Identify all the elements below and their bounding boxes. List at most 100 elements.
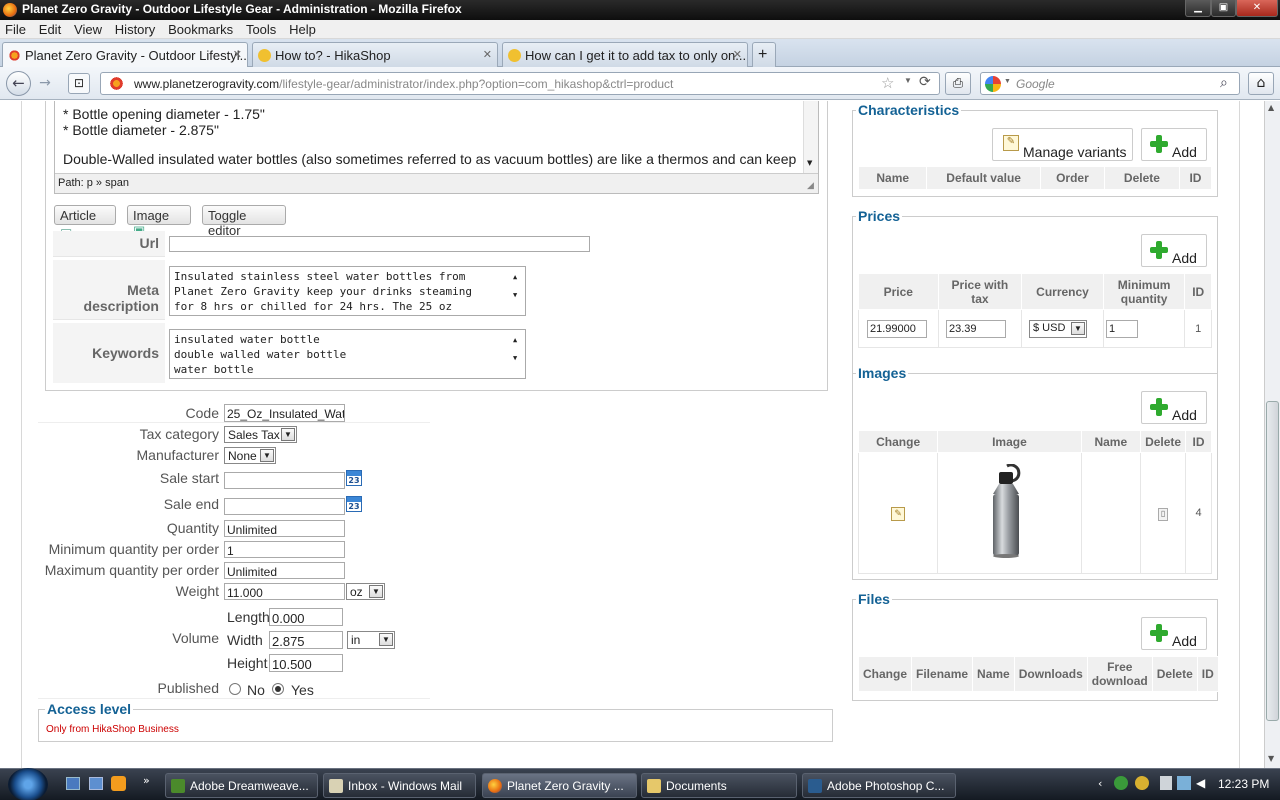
menu-tools[interactable]: Tools [241,20,280,37]
price-id: 1 [1184,309,1212,348]
tax-category-select[interactable]: Sales Tax ▼ [224,426,297,443]
clock[interactable]: 12:23 PM [1218,777,1269,791]
meta-description-textarea[interactable]: Insulated stainless steel water bottles … [169,266,526,316]
textarea-line: double walled water bottle [174,348,347,361]
reload-icon[interactable]: ⟳ [919,73,931,90]
price-with-tax-input[interactable]: 23.39 [946,320,1006,338]
taskbar-firefox[interactable]: Planet Zero Gravity ... [482,773,637,798]
taskbar-photoshop[interactable]: Adobe Photoshop C... [802,773,956,798]
taskbar-windows-mail[interactable]: Inbox - Windows Mail [323,773,476,798]
published-no-radio[interactable] [229,683,241,695]
close-tab-icon[interactable]: ✕ [733,48,742,61]
water-bottle-image[interactable] [989,463,1029,560]
add-file-button[interactable]: Add [1141,617,1207,650]
tab-planet-zero-gravity[interactable]: Planet Zero Gravity - Outdoor Lifestyl..… [2,42,248,68]
height-input[interactable]: 10.500 [269,654,343,672]
home-button[interactable]: ⌂ [1248,72,1274,95]
toggle-editor-button[interactable]: Toggle editor [202,205,286,238]
quicklaunch-more-icon[interactable]: » [143,774,150,787]
tray-app-icon[interactable] [1135,776,1149,790]
calendar-icon[interactable]: 23 [346,470,362,486]
menu-view[interactable]: View [69,20,106,37]
col-delete: Delete [1151,656,1198,692]
menu-file[interactable]: File [0,20,30,37]
dropdown-icon[interactable]: ▼ [904,76,912,85]
resize-handle-icon[interactable]: ◢ [807,181,814,191]
scroll-down-icon[interactable]: ▼ [513,351,517,366]
star-icon[interactable]: ☆ [881,74,894,92]
currency-select[interactable]: $ USD ▼ [1029,320,1087,338]
weight-unit-select[interactable]: oz ▼ [346,583,385,600]
switch-windows-icon[interactable] [89,777,103,790]
min-quantity-input[interactable]: 1 [224,541,345,558]
scroll-up-icon[interactable]: ▲ [1268,103,1274,112]
forward-button[interactable]: → [36,75,54,93]
google-icon [985,76,1001,92]
scroll-up-icon[interactable]: ▲ [513,270,517,285]
tab-hikashop[interactable]: How to? - HikaShop ✕ [252,42,498,67]
min-qty-input[interactable]: 1 [1106,320,1138,338]
back-button[interactable]: ← [6,71,31,96]
info-icon[interactable] [1114,776,1128,790]
url-input[interactable] [169,236,590,252]
search-icon[interactable]: ⌕ [1220,74,1228,91]
taskbar-documents[interactable]: Documents [641,773,797,798]
search-placeholder: Google [1016,77,1055,91]
menu-edit[interactable]: Edit [34,20,65,37]
volume-unit-select[interactable]: in ▼ [347,631,395,649]
page-scrollbar[interactable]: ▲ ▼ [1264,101,1280,768]
taskbar-dreamweaver[interactable]: Adobe Dreamweave... [165,773,318,798]
menu-history[interactable]: History [110,20,159,37]
sale-end-input[interactable] [224,498,345,515]
add-characteristic-button[interactable]: Add [1141,128,1207,161]
width-input[interactable]: 2.875 [269,631,343,649]
manufacturer-select[interactable]: None ▼ [224,447,276,464]
dropdown-icon[interactable]: ▼ [1004,78,1011,85]
search-bar[interactable]: ▼ Google ⌕ [980,72,1240,95]
network-icon[interactable] [1177,776,1191,790]
add-image-button[interactable]: Add [1141,391,1207,424]
minimize-button[interactable]: ▁ [1185,0,1211,17]
scroll-thumb[interactable] [1266,401,1279,721]
close-tab-icon[interactable]: ✕ [233,48,242,61]
length-input[interactable]: 0.000 [269,608,343,626]
scroll-down-icon[interactable]: ▼ [807,159,812,167]
manage-variants-button[interactable]: ✎ Manage variants [992,128,1133,161]
max-quantity-input[interactable]: Unlimited [224,562,345,579]
volume-icon[interactable]: ◀ [1196,776,1208,790]
code-input[interactable]: 25_Oz_Insulated_Water_ [224,404,345,422]
scroll-down-icon[interactable]: ▼ [1268,754,1274,763]
scroll-up-icon[interactable]: ▲ [513,333,517,348]
delete-icon[interactable]: ▯ [1158,508,1169,522]
article-button[interactable]: Article ▭ [54,205,116,238]
keywords-textarea[interactable]: insulated water bottle double walled wat… [169,329,526,379]
tray-expand-icon[interactable]: ‹ [1098,777,1102,790]
url-bar[interactable]: www.planetzerogravity.com/lifestyle-gear… [100,72,940,95]
add-price-button[interactable]: Add [1141,234,1207,267]
wysiwyg-editor[interactable]: * Bottle weight * Bottle opening diamete… [54,101,819,194]
menu-bookmarks[interactable]: Bookmarks [163,20,237,37]
menu-help[interactable]: Help [284,20,320,37]
col-name: Name [972,656,1015,692]
image-button[interactable]: Image ▣ [127,205,191,238]
calendar-icon[interactable]: 23 [346,496,362,512]
weight-input[interactable]: 11.000 [224,583,345,600]
close-tab-icon[interactable]: ✕ [483,48,492,61]
tab-hikashop-forum[interactable]: How can I get it to add tax to only on..… [502,42,748,67]
sale-start-input[interactable] [224,472,345,489]
maximize-button[interactable]: ▣ [1211,0,1236,17]
editor-scrollbar[interactable]: ▼ [803,101,818,173]
media-player-icon[interactable] [111,776,126,791]
start-button[interactable] [8,768,48,800]
safely-remove-icon[interactable] [1160,776,1172,790]
close-window-button[interactable]: ✕ [1236,0,1278,17]
scroll-down-icon[interactable]: ▼ [513,288,517,303]
edit-icon[interactable]: ✎ [891,507,906,522]
show-desktop-icon[interactable] [66,777,80,790]
print-button[interactable]: ⎙ [945,72,971,95]
new-tab-button[interactable]: + [752,42,776,67]
published-yes-radio[interactable] [272,683,284,695]
bookmark-star-button[interactable]: ⊡ [68,73,90,94]
price-input[interactable]: 21.99000 [867,320,927,338]
quantity-input[interactable]: Unlimited [224,520,345,537]
